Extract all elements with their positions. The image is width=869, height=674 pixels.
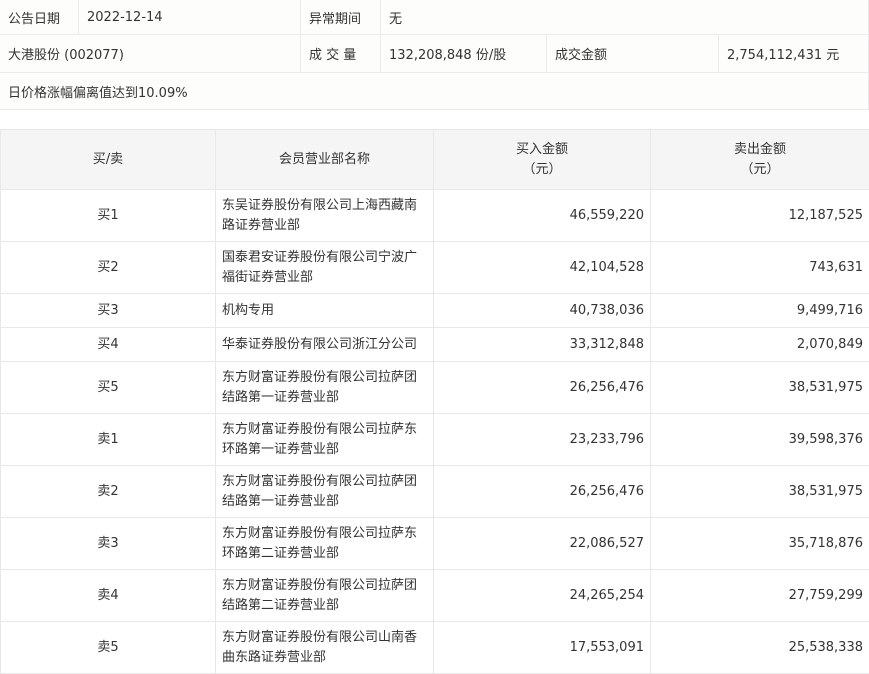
cell-buy: 23,233,796 bbox=[434, 414, 651, 466]
header-buy-unit: （元） bbox=[522, 162, 561, 177]
cell-side: 卖2 bbox=[1, 466, 216, 518]
header-buy: 买入金额 （元） bbox=[434, 130, 651, 190]
cell-buy: 24,265,254 bbox=[434, 570, 651, 622]
cell-side: 卖5 bbox=[1, 622, 216, 674]
cell-side: 买1 bbox=[1, 190, 216, 242]
cell-side: 卖1 bbox=[1, 414, 216, 466]
cell-branch: 机构专用 bbox=[216, 294, 434, 328]
cell-sell: 25,538,338 bbox=[651, 622, 869, 674]
cell-sell: 743,631 bbox=[651, 242, 869, 294]
cell-side: 买3 bbox=[1, 294, 216, 328]
turnover-label: 成交金额 bbox=[547, 35, 719, 72]
header-sell-unit: （元） bbox=[740, 162, 779, 177]
table-row: 卖5东方财富证券股份有限公司山南香曲东路证券营业部17,553,09125,53… bbox=[1, 622, 869, 674]
header-side: 买/卖 bbox=[1, 130, 216, 190]
cell-sell: 38,531,975 bbox=[651, 362, 869, 414]
volume: 132,208,848 份/股 bbox=[381, 35, 547, 72]
cell-branch: 华泰证券股份有限公司浙江分公司 bbox=[216, 328, 434, 362]
info-row-reason: 日价格涨幅偏离值达到10.09% bbox=[0, 73, 868, 110]
cell-branch: 国泰君安证券股份有限公司宁波广福街证券营业部 bbox=[216, 242, 434, 294]
cell-sell: 9,499,716 bbox=[651, 294, 869, 328]
cell-buy: 17,553,091 bbox=[434, 622, 651, 674]
cell-sell: 38,531,975 bbox=[651, 466, 869, 518]
cell-branch: 东方财富证券股份有限公司拉萨团结路第一证券营业部 bbox=[216, 466, 434, 518]
table-header: 买/卖 会员营业部名称 买入金额 （元） 卖出金额 （元） bbox=[1, 130, 869, 190]
cell-sell: 27,759,299 bbox=[651, 570, 869, 622]
table-row: 卖1东方财富证券股份有限公司拉萨东环路第一证券营业部23,233,79639,5… bbox=[1, 414, 869, 466]
cell-branch: 东方财富证券股份有限公司拉萨团结路第一证券营业部 bbox=[216, 362, 434, 414]
abnormal-period-label: 异常期间 bbox=[301, 0, 381, 34]
cell-buy: 22,086,527 bbox=[434, 518, 651, 570]
cell-side: 卖3 bbox=[1, 518, 216, 570]
table-row: 卖3东方财富证券股份有限公司拉萨东环路第二证券营业部22,086,52735,7… bbox=[1, 518, 869, 570]
volume-label: 成 交 量 bbox=[301, 35, 381, 72]
header-sell-label: 卖出金额 bbox=[734, 142, 786, 157]
cell-branch: 东方财富证券股份有限公司拉萨团结路第二证券营业部 bbox=[216, 570, 434, 622]
table-row: 买2国泰君安证券股份有限公司宁波广福街证券营业部42,104,528743,63… bbox=[1, 242, 869, 294]
cell-buy: 42,104,528 bbox=[434, 242, 651, 294]
cell-branch: 东方财富证券股份有限公司山南香曲东路证券营业部 bbox=[216, 622, 434, 674]
cell-buy: 46,559,220 bbox=[434, 190, 651, 242]
cell-buy: 40,738,036 bbox=[434, 294, 651, 328]
cell-side: 买2 bbox=[1, 242, 216, 294]
stock-info-panel: 公告日期 2022-12-14 异常期间 无 大港股份 (002077) 成 交… bbox=[0, 0, 869, 110]
table-row: 买1东吴证券股份有限公司上海西藏南路证券营业部46,559,22012,187,… bbox=[1, 190, 869, 242]
reason: 日价格涨幅偏离值达到10.09% bbox=[0, 73, 868, 109]
table-row: 买5东方财富证券股份有限公司拉萨团结路第一证券营业部26,256,47638,5… bbox=[1, 362, 869, 414]
cell-buy: 26,256,476 bbox=[434, 466, 651, 518]
announce-date-label: 公告日期 bbox=[0, 0, 79, 34]
header-buy-label: 买入金额 bbox=[516, 142, 568, 157]
cell-sell: 2,070,849 bbox=[651, 328, 869, 362]
cell-sell: 39,598,376 bbox=[651, 414, 869, 466]
cell-branch: 东方财富证券股份有限公司拉萨东环路第一证券营业部 bbox=[216, 414, 434, 466]
cell-side: 买4 bbox=[1, 328, 216, 362]
cell-branch: 东吴证券股份有限公司上海西藏南路证券营业部 bbox=[216, 190, 434, 242]
cell-buy: 33,312,848 bbox=[434, 328, 651, 362]
info-row-date: 公告日期 2022-12-14 异常期间 无 bbox=[0, 0, 868, 35]
table-row: 买3机构专用40,738,0369,499,716 bbox=[1, 294, 869, 328]
trading-table: 买/卖 会员营业部名称 买入金额 （元） 卖出金额 （元） 买1东吴证券股份有限公司… bbox=[0, 129, 869, 674]
table-row: 卖2东方财富证券股份有限公司拉萨团结路第一证券营业部26,256,47638,5… bbox=[1, 466, 869, 518]
cell-buy: 26,256,476 bbox=[434, 362, 651, 414]
stock-name: 大港股份 (002077) bbox=[0, 35, 301, 72]
info-row-volume: 大港股份 (002077) 成 交 量 132,208,848 份/股 成交金额… bbox=[0, 35, 868, 73]
table-row: 卖4东方财富证券股份有限公司拉萨团结路第二证券营业部24,265,25427,7… bbox=[1, 570, 869, 622]
header-branch: 会员营业部名称 bbox=[216, 130, 434, 190]
cell-sell: 12,187,525 bbox=[651, 190, 869, 242]
header-sell: 卖出金额 （元） bbox=[651, 130, 869, 190]
abnormal-period: 无 bbox=[381, 0, 868, 34]
turnover: 2,754,112,431 元 bbox=[719, 35, 868, 72]
table-row: 买4华泰证券股份有限公司浙江分公司33,312,8482,070,849 bbox=[1, 328, 869, 362]
announce-date: 2022-12-14 bbox=[79, 0, 301, 34]
cell-sell: 35,718,876 bbox=[651, 518, 869, 570]
cell-side: 买5 bbox=[1, 362, 216, 414]
cell-side: 卖4 bbox=[1, 570, 216, 622]
cell-branch: 东方财富证券股份有限公司拉萨东环路第二证券营业部 bbox=[216, 518, 434, 570]
